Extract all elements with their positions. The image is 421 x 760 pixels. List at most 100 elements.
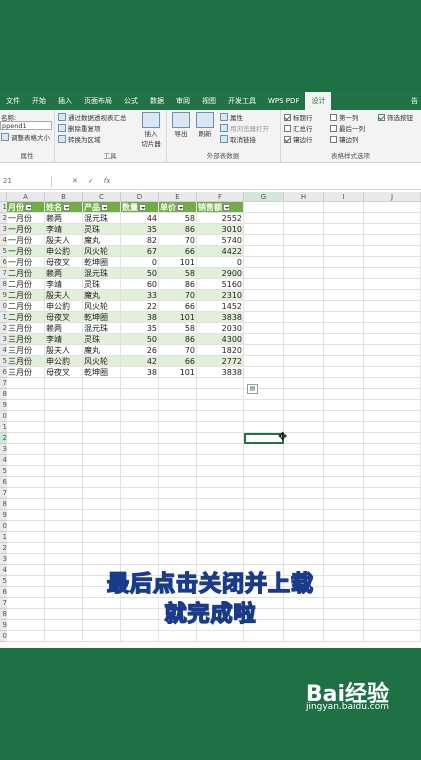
table-cell[interactable]: 0 [121, 257, 159, 268]
empty-cell[interactable] [324, 202, 364, 213]
row-header[interactable]: 0 [0, 631, 7, 642]
empty-cell[interactable] [45, 477, 83, 488]
column-header-J[interactable]: J [364, 192, 421, 202]
checkbox-icon[interactable] [330, 124, 337, 132]
empty-cell[interactable] [7, 444, 45, 455]
empty-cell[interactable] [7, 455, 45, 466]
empty-cell[interactable] [159, 455, 197, 466]
enter-icon[interactable]: ✓ [88, 176, 94, 187]
empty-cell[interactable] [364, 334, 421, 345]
tab-5[interactable]: 数据 [144, 92, 170, 110]
empty-cell[interactable] [364, 466, 421, 477]
empty-cell[interactable] [284, 257, 324, 268]
row-header[interactable]: 4 [0, 455, 7, 466]
empty-cell[interactable] [197, 510, 244, 521]
table-cell[interactable]: 0 [197, 257, 244, 268]
empty-cell[interactable] [244, 631, 284, 642]
empty-cell[interactable] [324, 356, 364, 367]
table-cell[interactable]: 26 [121, 345, 159, 356]
empty-cell[interactable] [45, 499, 83, 510]
empty-cell[interactable] [364, 202, 421, 213]
empty-cell[interactable] [324, 279, 364, 290]
table-cell[interactable]: 101 [159, 312, 197, 323]
empty-cell[interactable] [364, 510, 421, 521]
table-cell[interactable]: 灵珠 [83, 224, 121, 235]
empty-cell[interactable] [284, 466, 324, 477]
table-cell[interactable]: 二月份 [7, 290, 45, 301]
empty-cell[interactable] [364, 543, 421, 554]
style-option-0[interactable]: 标题行 [284, 112, 313, 122]
column-header-H[interactable]: H [284, 192, 324, 202]
empty-cell[interactable] [45, 554, 83, 565]
empty-cell[interactable] [197, 554, 244, 565]
empty-cell[interactable] [324, 400, 364, 411]
table-cell[interactable]: 三月份 [7, 345, 45, 356]
empty-cell[interactable] [7, 488, 45, 499]
empty-cell[interactable] [364, 455, 421, 466]
empty-cell[interactable] [45, 389, 83, 400]
style-option-4[interactable]: 最后一列 [330, 123, 365, 133]
table-cell[interactable]: 2310 [197, 290, 244, 301]
filter-dropdown-icon[interactable] [101, 204, 108, 211]
table-cell[interactable]: 一月份 [7, 213, 45, 224]
table-header-cell[interactable]: 产品 [83, 202, 121, 213]
empty-cell[interactable] [83, 477, 121, 488]
tab-0[interactable]: 文件 [0, 92, 26, 110]
row-header[interactable]: 3 [0, 334, 7, 345]
empty-cell[interactable] [244, 510, 284, 521]
table-cell[interactable]: 魔丸 [83, 290, 121, 301]
row-header[interactable]: 5 [0, 356, 7, 367]
filter-dropdown-icon[interactable] [177, 204, 184, 211]
table-cell[interactable]: 一月份 [7, 257, 45, 268]
empty-cell[interactable] [121, 444, 159, 455]
table-cell[interactable]: 86 [159, 224, 197, 235]
table-cell[interactable]: 乾坤圈 [83, 312, 121, 323]
empty-cell[interactable] [364, 532, 421, 543]
column-header-B[interactable]: B [45, 192, 83, 202]
refresh-button[interactable]: 刷新 [194, 112, 216, 138]
table-cell[interactable]: 魔丸 [83, 235, 121, 246]
row-header[interactable]: 5 [0, 246, 7, 257]
empty-cell[interactable] [159, 444, 197, 455]
empty-cell[interactable] [244, 268, 284, 279]
empty-cell[interactable] [284, 345, 324, 356]
empty-cell[interactable] [159, 411, 197, 422]
empty-cell[interactable] [364, 213, 421, 224]
table-cell[interactable]: 3838 [197, 367, 244, 378]
table-cell[interactable]: 2900 [197, 268, 244, 279]
empty-cell[interactable] [284, 334, 324, 345]
empty-cell[interactable] [45, 455, 83, 466]
empty-cell[interactable] [244, 499, 284, 510]
row-header[interactable]: 8 [0, 389, 7, 400]
table-cell[interactable]: 1820 [197, 345, 244, 356]
table-cell[interactable]: 58 [159, 323, 197, 334]
empty-cell[interactable] [364, 312, 421, 323]
empty-cell[interactable] [159, 543, 197, 554]
row-header[interactable]: 3 [0, 554, 7, 565]
table-cell[interactable]: 35 [121, 224, 159, 235]
empty-cell[interactable] [284, 554, 324, 565]
empty-cell[interactable] [83, 433, 121, 444]
empty-cell[interactable] [324, 257, 364, 268]
empty-cell[interactable] [121, 389, 159, 400]
empty-cell[interactable] [244, 202, 284, 213]
empty-cell[interactable] [284, 246, 324, 257]
empty-cell[interactable] [324, 422, 364, 433]
table-cell[interactable]: 86 [159, 334, 197, 345]
checkbox-icon[interactable] [330, 113, 337, 121]
table-cell[interactable]: 70 [159, 235, 197, 246]
empty-cell[interactable] [324, 389, 364, 400]
checkbox-icon[interactable] [284, 124, 291, 132]
table-cell[interactable]: 1452 [197, 301, 244, 312]
style-option-1[interactable]: 汇总行 [284, 123, 313, 133]
table-cell[interactable]: 赖两 [45, 268, 83, 279]
empty-cell[interactable] [284, 301, 324, 312]
empty-cell[interactable] [197, 389, 244, 400]
empty-cell[interactable] [244, 455, 284, 466]
filter-dropdown-icon[interactable] [25, 204, 32, 211]
empty-cell[interactable] [364, 235, 421, 246]
name-box[interactable]: 21 [0, 176, 52, 187]
empty-cell[interactable] [197, 488, 244, 499]
empty-cell[interactable] [324, 224, 364, 235]
empty-cell[interactable] [159, 488, 197, 499]
